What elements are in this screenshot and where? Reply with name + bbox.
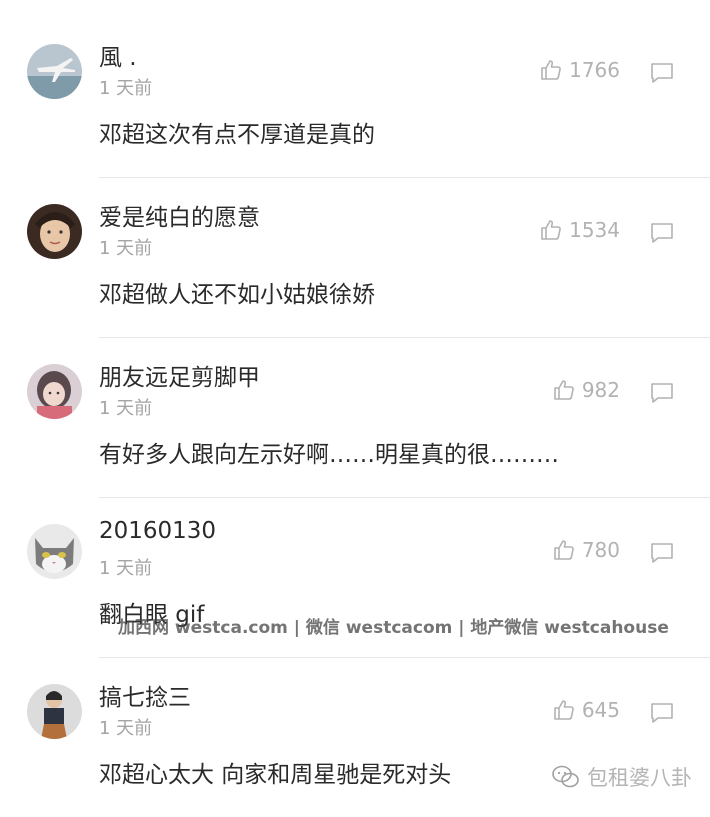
like-count: 645 [581, 698, 620, 722]
reply-icon[interactable] [650, 382, 674, 404]
reply-icon[interactable] [650, 222, 674, 244]
thumb-up-icon [541, 220, 561, 240]
like-button[interactable]: 780 [552, 538, 620, 562]
airplane-avatar-image [27, 44, 82, 99]
person-avatar-image [27, 684, 82, 739]
thumb-up-icon [554, 540, 574, 560]
woman-avatar-image [27, 204, 82, 259]
brand-watermark: 包租婆八卦 [551, 762, 692, 792]
reply-icon[interactable] [650, 542, 674, 564]
comment-text: 邓超心太大 向家和周星驰是死对头 [99, 762, 452, 788]
comment-item: 爱是纯白的愿意 1 天前 1534 邓超做人还不如小姑娘徐娇 [0, 160, 710, 338]
like-count: 982 [581, 378, 620, 402]
avatar[interactable] [27, 364, 82, 419]
reply-icon[interactable] [650, 62, 674, 84]
like-button[interactable]: 645 [552, 698, 620, 722]
reply-icon[interactable] [650, 702, 674, 724]
timestamp: 1 天前 [99, 78, 153, 99]
like-count: 1534 [569, 218, 620, 242]
avatar[interactable] [27, 684, 82, 739]
watermark-text: 加西网 westca.com | 微信 westcacom | 地产微信 wes… [118, 618, 669, 638]
thumb-up-icon [541, 60, 561, 80]
timestamp: 1 天前 [99, 398, 153, 419]
timestamp: 1 天前 [99, 238, 153, 259]
timestamp: 1 天前 [99, 718, 153, 739]
avatar[interactable] [27, 524, 82, 579]
avatar[interactable] [27, 44, 82, 99]
thumb-up-icon [554, 700, 574, 720]
username[interactable]: 風 . [99, 38, 137, 72]
comment-item: 風 . 1 天前 1766 邓超这次有点不厚道是真的 [0, 0, 710, 178]
username[interactable]: 搞七捻三 [99, 678, 191, 712]
like-button[interactable]: 1534 [539, 218, 620, 242]
comment-text: 邓超这次有点不厚道是真的 [99, 122, 375, 148]
cat-avatar-image [27, 524, 82, 579]
timestamp: 1 天前 [99, 558, 153, 579]
avatar[interactable] [27, 204, 82, 259]
like-count: 1766 [569, 58, 620, 82]
like-button[interactable]: 1766 [539, 58, 620, 82]
username[interactable]: 朋友远足剪脚甲 [99, 358, 260, 392]
like-count: 780 [581, 538, 620, 562]
comment-item: 朋友远足剪脚甲 1 天前 982 有好多人跟向左示好啊……明星真的很……… [0, 320, 710, 498]
comment-text: 有好多人跟向左示好啊……明星真的很……… [99, 442, 559, 468]
wechat-icon [552, 765, 579, 788]
username[interactable]: 爱是纯白的愿意 [99, 198, 260, 232]
girl-avatar-image [27, 364, 82, 419]
username[interactable]: 20160130 [99, 518, 216, 544]
thumb-up-icon [554, 380, 574, 400]
comment-text: 邓超做人还不如小姑娘徐娇 [99, 282, 375, 308]
brand-name: 包租婆八卦 [587, 766, 692, 790]
like-button[interactable]: 982 [552, 378, 620, 402]
